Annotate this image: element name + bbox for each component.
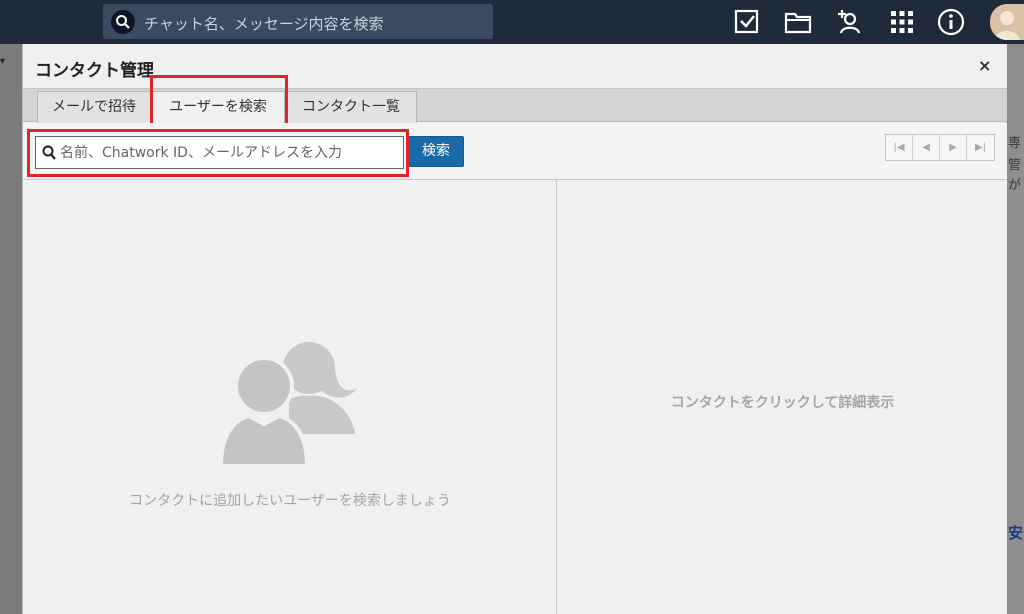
background-text-fragment: 専: [1008, 136, 1022, 151]
contact-management-dialog: コンタクト管理 × メールで招待 ユーザーを検索 コンタクト一覧 検索 |◀ ◀…: [22, 44, 1007, 614]
search-icon[interactable]: [111, 10, 135, 34]
dialog-header: コンタクト管理 ×: [23, 44, 1007, 88]
info-icon[interactable]: [936, 7, 966, 37]
tab-invite-by-email[interactable]: メールで招待: [37, 91, 151, 123]
tab-bar: メールで招待 ユーザーを検索 コンタクト一覧: [23, 88, 1007, 124]
prev-page-icon[interactable]: ◀: [913, 135, 940, 160]
pagination: |◀ ◀ ▶ ▶|: [885, 134, 995, 161]
search-icon: [42, 145, 56, 160]
users-placeholder-icon: [219, 342, 357, 468]
background-text-fragment: 安: [1008, 524, 1024, 542]
global-search-bar[interactable]: チャット名、メッセージ内容を検索: [103, 4, 493, 39]
tab-contact-list[interactable]: コンタクト一覧: [285, 91, 417, 123]
contact-detail-panel: コンタクトをクリックして詳細表示: [558, 180, 1007, 614]
left-empty-message: コンタクトに追加したいユーザーを検索しましょう: [129, 493, 451, 509]
tab-search-users[interactable]: ユーザーを検索: [151, 91, 285, 124]
dropdown-arrow-icon: ▾: [0, 56, 6, 67]
folder-icon[interactable]: [783, 7, 813, 37]
dialog-title: コンタクト管理: [35, 61, 154, 81]
top-app-bar: チャット名、メッセージ内容を検索: [0, 0, 1024, 44]
task-check-icon[interactable]: [732, 7, 762, 37]
background-text-fragment: 管: [1008, 158, 1022, 173]
add-contact-icon[interactable]: [836, 7, 866, 37]
next-page-icon[interactable]: ▶: [940, 135, 967, 160]
background-text-fragment: が: [1008, 178, 1022, 193]
background-right-strip: 専 管 が 安: [1006, 44, 1024, 614]
search-button[interactable]: 検索: [408, 136, 464, 167]
global-search-placeholder: チャット名、メッセージ内容を検索: [144, 15, 384, 33]
apps-grid-icon[interactable]: [887, 7, 917, 37]
background-left-strip: [0, 44, 22, 614]
user-avatar[interactable]: [990, 4, 1024, 40]
right-empty-message: コンタクトをクリックして詳細表示: [670, 395, 895, 411]
search-results-panel: コンタクトに追加したいユーザーを検索しましょう: [23, 180, 557, 614]
user-search-input[interactable]: [60, 137, 400, 168]
close-button[interactable]: ×: [978, 56, 991, 75]
search-row: 検索 |◀ ◀ ▶ ▶|: [23, 123, 1007, 180]
first-page-icon[interactable]: |◀: [886, 135, 913, 160]
user-search-field[interactable]: [35, 136, 404, 169]
last-page-icon[interactable]: ▶|: [967, 135, 994, 160]
